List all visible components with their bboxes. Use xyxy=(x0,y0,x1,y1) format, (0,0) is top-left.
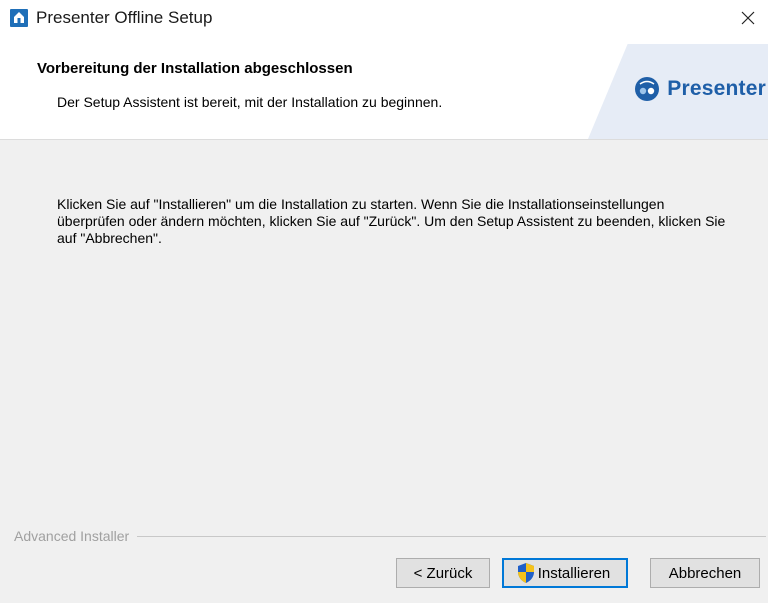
install-button[interactable]: Installieren xyxy=(502,558,628,588)
logo-text: Presenter xyxy=(667,77,766,100)
close-icon xyxy=(741,11,755,25)
house-icon xyxy=(10,9,28,27)
uac-shield-icon xyxy=(517,563,534,583)
page-title: Vorbereitung der Installation abgeschlos… xyxy=(37,60,353,77)
brand-label: Advanced Installer xyxy=(14,528,130,544)
close-button[interactable] xyxy=(728,0,768,36)
install-button-label: Installieren xyxy=(537,564,611,582)
cancel-button[interactable]: Abbrechen xyxy=(650,558,760,588)
wizard-header: Vorbereitung der Installation abgeschlos… xyxy=(0,36,768,140)
window-title: Presenter Offline Setup xyxy=(36,8,213,27)
presenter-logo-icon xyxy=(635,77,660,101)
back-button[interactable]: < Zurück xyxy=(396,558,490,588)
instruction-text: Klicken Sie auf "Installieren" um die In… xyxy=(57,196,726,246)
presenter-logo: Presenter xyxy=(634,76,766,102)
brand-divider: Advanced Installer xyxy=(14,527,766,545)
cancel-button-label: Abbrechen xyxy=(668,564,742,582)
divider-line xyxy=(137,535,766,537)
title-bar: Presenter Offline Setup xyxy=(0,0,768,36)
setup-window: Presenter Offline Setup Vorbereitung der… xyxy=(0,0,768,603)
page-subtitle: Der Setup Assistent ist bereit, mit der … xyxy=(57,94,443,110)
back-button-label: < Zurück xyxy=(413,564,473,582)
